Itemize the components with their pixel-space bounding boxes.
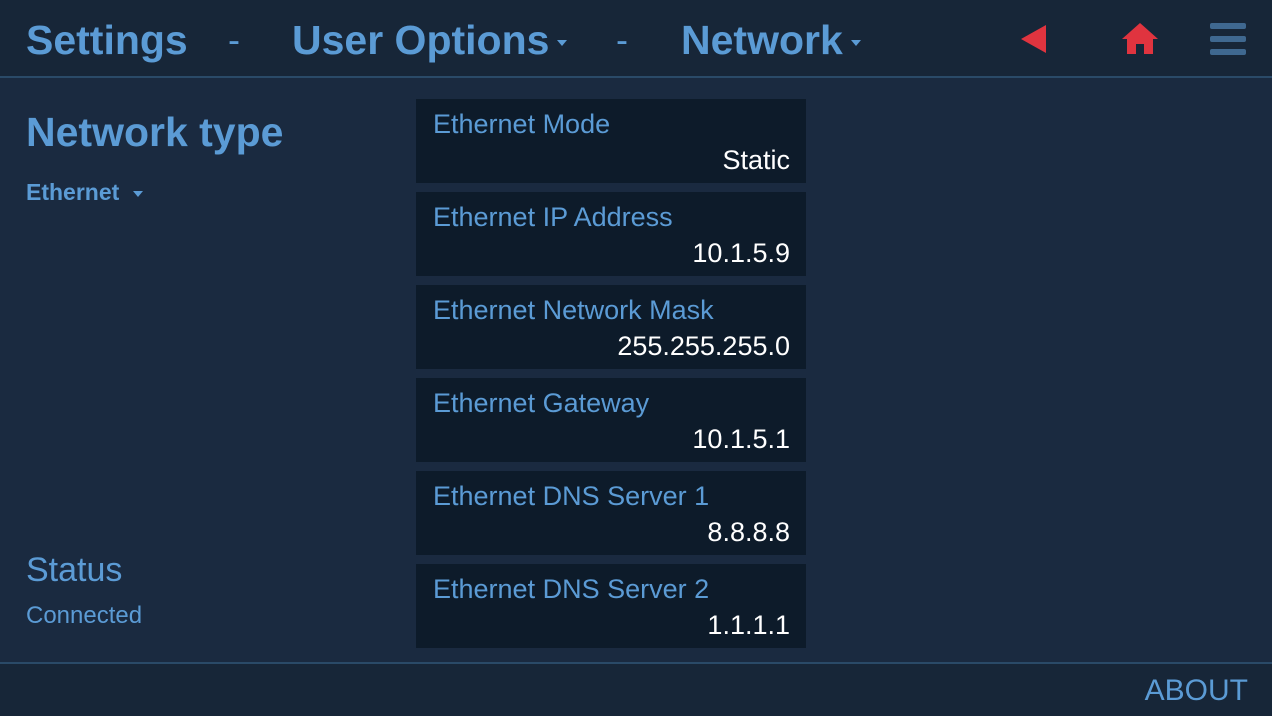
back-arrow-icon[interactable] <box>1020 24 1048 59</box>
breadcrumb-separator: - <box>228 19 240 60</box>
breadcrumb-settings[interactable]: Settings <box>26 16 188 64</box>
breadcrumb-user-options-label: User Options <box>292 17 550 63</box>
chevron-down-icon <box>133 190 144 197</box>
field-label: Ethernet Mode <box>433 109 611 139</box>
menu-icon[interactable] <box>1209 22 1247 61</box>
field-value: 10.1.5.9 <box>692 238 790 268</box>
field-ethernet-dns-server-2[interactable]: Ethernet DNS Server 2 1.1.1.1 <box>416 564 806 648</box>
field-label: Ethernet DNS Server 1 <box>433 481 710 511</box>
chevron-down-icon <box>557 40 568 47</box>
network-type-dropdown[interactable]: Ethernet <box>26 178 144 206</box>
field-ethernet-network-mask[interactable]: Ethernet Network Mask 255.255.255.0 <box>416 285 806 369</box>
field-ethernet-ip-address[interactable]: Ethernet IP Address 10.1.5.9 <box>416 192 806 276</box>
field-value: 8.8.8.8 <box>707 517 790 547</box>
field-label: Ethernet Network Mask <box>433 295 714 325</box>
network-type-title: Network type <box>26 109 284 155</box>
field-ethernet-gateway[interactable]: Ethernet Gateway 10.1.5.1 <box>416 378 806 462</box>
field-label: Ethernet IP Address <box>433 202 673 232</box>
breadcrumb-user-options[interactable]: User Options <box>292 16 568 64</box>
field-label: Ethernet DNS Server 2 <box>433 574 710 604</box>
header-bar: Settings - User Options - Network <box>0 0 1272 78</box>
breadcrumb-network[interactable]: Network <box>681 16 861 64</box>
field-ethernet-mode[interactable]: Ethernet Mode Static <box>416 99 806 183</box>
status-title: Status <box>26 551 123 589</box>
field-value: 10.1.5.1 <box>692 424 790 454</box>
breadcrumb-separator: - <box>616 19 628 60</box>
field-ethernet-dns-server-1[interactable]: Ethernet DNS Server 1 8.8.8.8 <box>416 471 806 555</box>
chevron-down-icon <box>850 40 861 47</box>
home-icon[interactable] <box>1121 22 1159 61</box>
field-value: Static <box>722 145 790 175</box>
field-label: Ethernet Gateway <box>433 388 650 418</box>
field-value: 1.1.1.1 <box>707 610 790 640</box>
network-type-value: Ethernet <box>26 179 120 205</box>
breadcrumb-network-label: Network <box>681 17 843 63</box>
about-button[interactable]: ABOUT <box>1145 674 1248 708</box>
footer-bar: ABOUT <box>0 662 1272 716</box>
field-value: 255.255.255.0 <box>617 331 790 361</box>
status-value: Connected <box>26 602 143 629</box>
